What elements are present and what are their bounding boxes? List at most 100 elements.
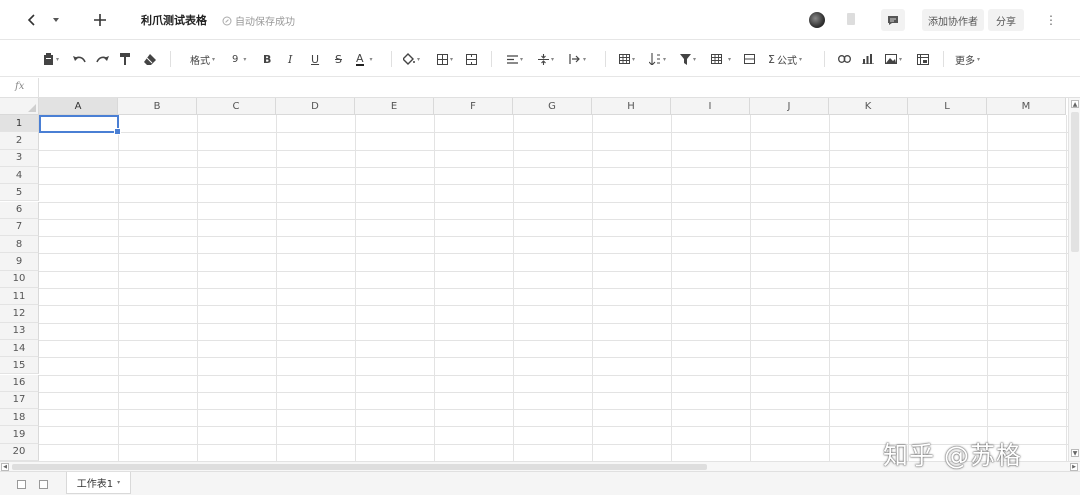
column-header-k[interactable]: K xyxy=(829,98,908,115)
row-header-3[interactable]: 3 xyxy=(0,149,39,167)
row-header-7[interactable]: 7 xyxy=(0,218,39,237)
row-header-17[interactable]: 17 xyxy=(0,391,39,410)
grid-row-line xyxy=(39,184,1068,186)
format-label: 格式 xyxy=(190,55,210,67)
vertical-scroll-thumb[interactable] xyxy=(1071,112,1079,252)
column-header-g[interactable]: G xyxy=(513,98,592,115)
filter-button[interactable]: ▾ xyxy=(680,51,696,67)
italic-button[interactable]: I xyxy=(288,51,292,67)
fill-color-button[interactable]: ▾ xyxy=(403,51,420,67)
save-status-text: 自动保存成功 xyxy=(235,17,295,28)
more-vertical-icon[interactable]: ⋮ xyxy=(1040,9,1062,31)
comment-button[interactable] xyxy=(881,9,905,31)
row-header-14[interactable]: 14 xyxy=(0,339,39,358)
scroll-down-icon[interactable]: ▼ xyxy=(1071,449,1079,457)
strikethrough-button[interactable]: S xyxy=(335,51,342,67)
row-header-6[interactable]: 6 xyxy=(0,201,39,219)
row-header-20[interactable]: 20 xyxy=(0,443,39,461)
vertical-align-button[interactable]: ▾ xyxy=(538,51,554,67)
selected-cell[interactable] xyxy=(39,115,121,135)
merge-cells-button[interactable] xyxy=(466,51,477,67)
align-middle-icon xyxy=(538,53,549,65)
row-header-10[interactable]: 10 xyxy=(0,270,39,288)
document-title[interactable]: 利爪测试表格 xyxy=(141,12,207,28)
font-color-button[interactable]: A ▾ xyxy=(356,51,373,67)
column-header-l[interactable]: L xyxy=(908,98,987,115)
font-size-dropdown[interactable]: 9 ▾ xyxy=(232,51,246,67)
row-header-2[interactable]: 2 xyxy=(0,132,39,150)
avatar[interactable] xyxy=(809,12,825,28)
toolbar-divider xyxy=(170,51,171,67)
column-header-i[interactable]: I xyxy=(671,98,750,115)
formula-button[interactable]: Σ 公式 ▾ xyxy=(768,51,802,67)
scroll-right-icon[interactable]: ▶ xyxy=(1070,463,1078,471)
text-wrap-button[interactable]: ▾ xyxy=(569,51,586,67)
add-sheet-icon[interactable] xyxy=(39,480,48,489)
column-header-b[interactable]: B xyxy=(118,98,197,115)
column-header-c[interactable]: C xyxy=(197,98,276,115)
column-header-a[interactable]: A xyxy=(39,98,118,115)
pivot-button[interactable] xyxy=(917,51,929,67)
row-header-16[interactable]: 16 xyxy=(0,374,39,392)
formula-input[interactable] xyxy=(40,78,1070,98)
column-header-d[interactable]: D xyxy=(276,98,355,115)
borders-button[interactable]: ▾ xyxy=(437,51,453,67)
row-header-4[interactable]: 4 xyxy=(0,166,39,185)
paste-button[interactable]: ▾ xyxy=(43,51,59,67)
horizontal-align-button[interactable]: ▾ xyxy=(507,51,523,67)
toolbar-divider xyxy=(391,51,392,67)
row-header-18[interactable]: 18 xyxy=(0,409,39,427)
sort-button[interactable]: ▾ xyxy=(649,51,666,67)
row-header-13[interactable]: 13 xyxy=(0,322,39,340)
grid-row-line xyxy=(39,218,1068,220)
scroll-left-icon[interactable]: ◀ xyxy=(1,463,9,471)
undo-button[interactable] xyxy=(73,51,86,67)
more-button[interactable]: 更多 ▾ xyxy=(955,51,980,67)
clear-format-button[interactable] xyxy=(144,51,156,67)
sort-icon xyxy=(649,53,660,65)
eraser-icon xyxy=(144,53,156,65)
add-collaborator-button[interactable]: 添加协作者 xyxy=(922,9,984,31)
column-header-h[interactable]: H xyxy=(592,98,671,115)
sheet-bar: 工作表1 ▾ xyxy=(0,471,1080,495)
row-header-19[interactable]: 19 xyxy=(0,426,39,444)
bold-button[interactable]: B xyxy=(263,51,271,67)
grid-row-line xyxy=(39,339,1068,341)
column-header-j[interactable]: J xyxy=(750,98,829,115)
chart-button[interactable] xyxy=(862,51,874,67)
insert-table-button[interactable]: ▾ xyxy=(711,51,731,67)
new-button[interactable] xyxy=(90,8,110,32)
row-header-1[interactable]: 1 xyxy=(0,115,39,133)
scroll-up-icon[interactable]: ▲ xyxy=(1071,100,1079,108)
column-header-e[interactable]: E xyxy=(355,98,434,115)
redo-button[interactable] xyxy=(96,51,109,67)
grid-row-line xyxy=(39,426,1068,428)
row-header-5[interactable]: 5 xyxy=(0,184,39,202)
image-button[interactable]: ▾ xyxy=(885,51,902,67)
vertical-scrollbar[interactable]: ▲ ▼ xyxy=(1068,98,1080,461)
align-left-icon xyxy=(507,54,518,64)
sheet-tab[interactable]: 工作表1 ▾ xyxy=(66,472,131,494)
row-header-9[interactable]: 9 xyxy=(0,253,39,271)
grid-row-line xyxy=(39,357,1068,359)
share-button[interactable]: 分享 xyxy=(988,9,1024,31)
format-dropdown[interactable]: 格式 ▾ xyxy=(190,51,215,67)
conditional-format-button[interactable] xyxy=(744,51,755,67)
format-painter-button[interactable] xyxy=(120,51,131,67)
row-header-15[interactable]: 15 xyxy=(0,357,39,375)
row-header-8[interactable]: 8 xyxy=(0,236,39,254)
column-header-f[interactable]: F xyxy=(434,98,513,115)
row-header-12[interactable]: 12 xyxy=(0,305,39,323)
history-dropdown[interactable] xyxy=(50,8,62,32)
back-button[interactable] xyxy=(22,8,42,32)
horizontal-scroll-thumb[interactable] xyxy=(12,464,707,470)
borders-icon xyxy=(437,53,448,65)
column-header-m[interactable]: M xyxy=(987,98,1066,115)
link-button[interactable] xyxy=(838,51,851,67)
caret-down-icon[interactable]: ▾ xyxy=(117,479,120,486)
sheet-list-icon[interactable] xyxy=(17,480,26,489)
select-all-corner[interactable] xyxy=(0,98,39,115)
freeze-button[interactable]: ▾ xyxy=(619,51,635,67)
row-header-11[interactable]: 11 xyxy=(0,288,39,306)
underline-button[interactable]: U xyxy=(311,51,319,67)
